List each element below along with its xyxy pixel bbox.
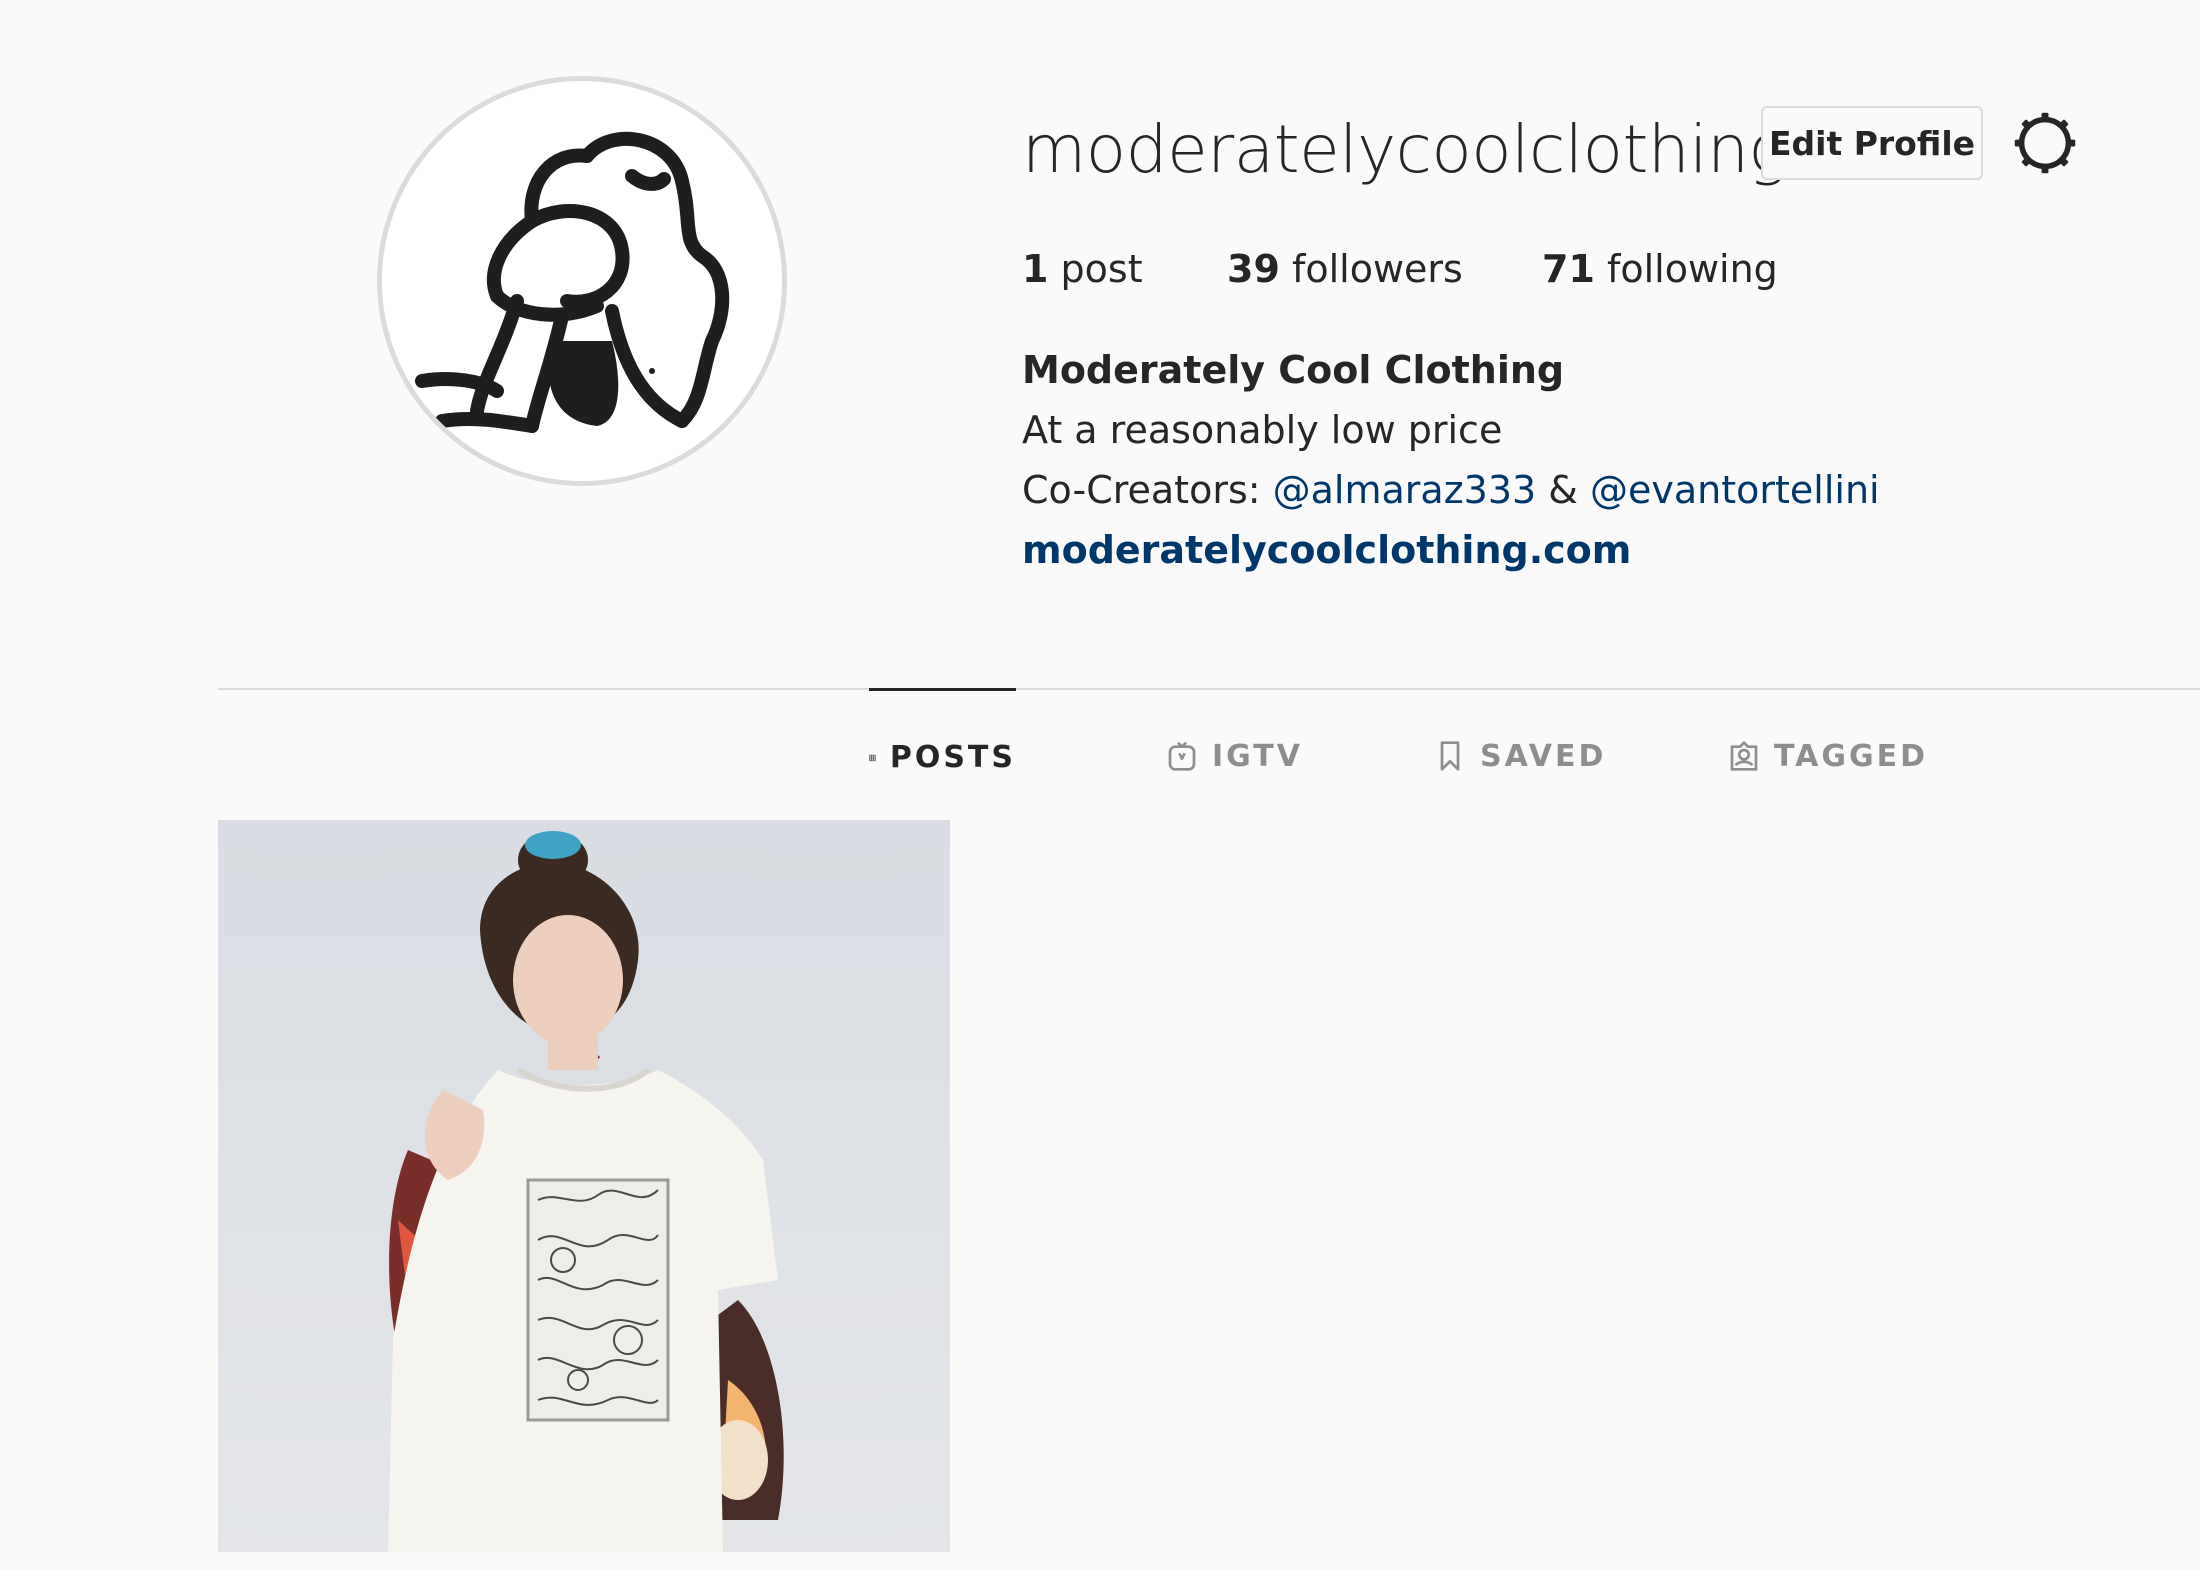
avatar-drawing <box>382 81 782 481</box>
post-thumbnail[interactable] <box>218 820 950 1552</box>
igtv-icon <box>1168 741 1196 771</box>
tagged-person-icon <box>1730 741 1758 771</box>
bookmark-icon <box>1440 741 1460 771</box>
posts-count-stat: 1 post <box>1022 244 1143 294</box>
tab-igtv-label: IGTV <box>1212 738 1303 774</box>
tab-saved[interactable]: SAVED <box>1434 688 1606 824</box>
profile-cocreators: Co-Creators: @almaraz333 & @evantortelli… <box>1022 460 1880 520</box>
tab-saved-label: SAVED <box>1480 738 1607 774</box>
edit-profile-button[interactable]: Edit Profile <box>1761 106 1983 180</box>
profile-tagline: At a reasonably low price <box>1022 408 1503 452</box>
followers-label: followers <box>1279 247 1463 291</box>
following-label: following <box>1594 247 1778 291</box>
cocreators-prefix: Co-Creators: <box>1022 468 1273 512</box>
profile-avatar[interactable] <box>377 76 787 486</box>
post-photo <box>218 820 950 1552</box>
posts-label: post <box>1048 247 1143 291</box>
grid-icon <box>869 754 876 761</box>
tab-tagged-label: TAGGED <box>1774 738 1928 774</box>
tab-tagged[interactable]: TAGGED <box>1728 688 1928 824</box>
mention-link-evantortellini[interactable]: @evantortellini <box>1590 468 1880 512</box>
profile-website-link[interactable]: moderatelycoolclothing.com <box>1022 520 1880 580</box>
following-stat[interactable]: 71 following <box>1542 244 1778 294</box>
tab-igtv[interactable]: IGTV <box>1166 688 1303 824</box>
profile-full-name: Moderately Cool Clothing <box>1022 348 1565 392</box>
gear-icon[interactable] <box>2012 110 2078 176</box>
followers-stat[interactable]: 39 followers <box>1227 244 1463 294</box>
profile-bio: Moderately Cool Clothing At a reasonably… <box>1022 340 1880 580</box>
followers-count: 39 <box>1227 247 1280 291</box>
profile-username: moderatelycoolclothing <box>1022 111 1788 188</box>
mention-separator: & <box>1536 468 1590 512</box>
mention-link-almaraz333[interactable]: @almaraz333 <box>1273 468 1537 512</box>
posts-count: 1 <box>1022 247 1049 291</box>
following-count: 71 <box>1542 247 1595 291</box>
tab-posts-label: POSTS <box>889 740 1016 775</box>
tab-posts[interactable]: POSTS <box>869 688 1016 824</box>
